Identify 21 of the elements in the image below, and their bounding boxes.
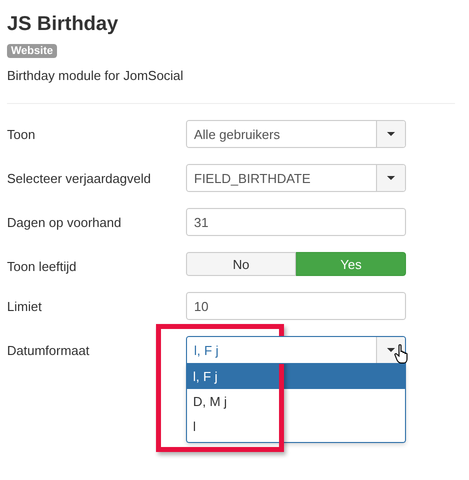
field-label: Datumformaat: [7, 342, 90, 358]
module-description: Birthday module for JomSocial: [7, 68, 184, 83]
caret-icon: [387, 176, 395, 180]
caret-icon: [387, 348, 395, 352]
select-field[interactable]: l, F j: [186, 336, 406, 364]
dropdown-option[interactable]: l: [187, 414, 405, 439]
input-field[interactable]: 31: [186, 208, 406, 236]
dropdown-option[interactable]: D, M j: [187, 389, 405, 414]
select-field[interactable]: Alle gebruikers: [186, 120, 406, 148]
field-label: Selecteer verjaardagveld: [7, 170, 152, 186]
caret-icon: [387, 132, 395, 136]
select-field[interactable]: FIELD_BIRTHDATE: [186, 164, 406, 192]
field-label: Dagen op voorhand: [7, 214, 122, 230]
toggle-option[interactable]: No: [186, 252, 296, 276]
field-label: Toon: [7, 126, 36, 142]
field-label: Limiet: [7, 298, 43, 314]
field-label: Toon leeftijd: [7, 258, 78, 274]
site-badge: Website: [7, 44, 57, 58]
dropdown-option[interactable]: l, F j: [187, 364, 405, 389]
input-field[interactable]: 10: [186, 292, 406, 320]
module-title: JS Birthday: [7, 12, 120, 36]
